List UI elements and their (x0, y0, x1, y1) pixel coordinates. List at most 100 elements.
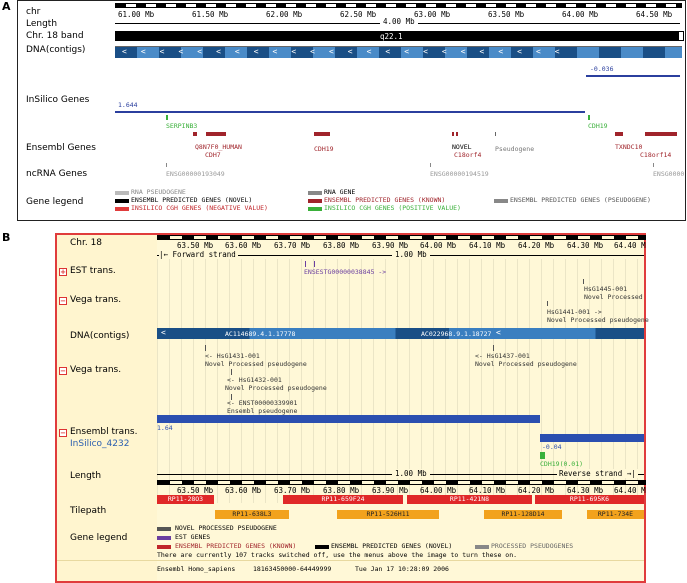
tick-label: 64.00 Mb (562, 10, 599, 19)
vega-transcript[interactable] (547, 301, 548, 306)
ensembl-gene[interactable] (645, 132, 677, 136)
expand-icon[interactable]: + (59, 268, 67, 276)
dna-contigs-label: DNA(contigs) (70, 331, 130, 341)
insilico-positive-bar[interactable] (157, 415, 540, 423)
tick-label: 62.00 Mb (266, 10, 303, 19)
ensembl-gene-label: NOVEL (452, 143, 472, 151)
tick-label: 64.30 Mb (567, 486, 604, 495)
ncrna-label: ENSG00000193049 (166, 170, 225, 178)
ensembl-gene[interactable] (456, 132, 458, 136)
gene-legend-label: Gene legend (70, 533, 128, 543)
tilepath-clone[interactable]: RP11-695K6 (535, 495, 644, 504)
tick-label: 63.50 Mb (177, 241, 214, 250)
cdh19-mark[interactable] (540, 452, 545, 459)
insilico-left-value: 1.644 (118, 101, 138, 109)
vega-desc: Novel Processed pseudogene (205, 360, 307, 368)
legend-text: ENSEMBL PREDICTED GENES (KNOWN) (175, 542, 297, 550)
label-column (57, 235, 157, 581)
ensembl-genes-label: Ensembl Genes (26, 143, 96, 153)
reverse-strand-text: Reverse strand (559, 469, 623, 478)
ncrna-gene[interactable] (166, 163, 167, 167)
ncrna-label: ENSG00000194519 (430, 170, 489, 178)
tilepath-label: Tilepath (70, 506, 107, 516)
tilepath-clone[interactable]: RP11-526H11 (337, 510, 439, 519)
band-end (678, 31, 684, 41)
legend-swatch (115, 199, 129, 203)
tick-label: 62.50 Mb (340, 10, 377, 19)
insilico-negative-bar[interactable] (540, 434, 644, 442)
chr-label: chr (26, 7, 41, 17)
collapse-icon[interactable]: − (59, 297, 67, 305)
ncrna-gene[interactable] (430, 163, 431, 167)
tick-label: 64.40 M (614, 486, 646, 495)
length-label: Length (26, 19, 58, 29)
legend-swatch (494, 199, 508, 203)
tick-label: 63.70 Mb (274, 486, 311, 495)
panel-b-region-view: Chr. 18 + EST trans. − Vega trans. DNA(c… (55, 233, 649, 583)
legend-swatch (157, 545, 171, 549)
legend-text: ENSEMBL PREDICTED GENES (NOVEL) (331, 542, 453, 550)
ensembl-gene[interactable] (615, 132, 623, 136)
contig-label: AC022968.9.1.18727 (421, 330, 492, 338)
forward-strand-text: Forward strand (172, 250, 236, 259)
gene-legend-label: Gene legend (26, 197, 84, 207)
vega-name: <- HsG1432-001 (227, 376, 282, 384)
vega-transcript[interactable] (231, 369, 232, 375)
tick-label: 61.50 Mb (192, 10, 229, 19)
chromosome-ruler (115, 3, 682, 8)
ncrna-label: ENSG0000 (653, 170, 685, 178)
insilico-label[interactable]: InSilico_4232 (70, 439, 129, 449)
scale-label-bottom: 1.00 Mb (392, 469, 430, 478)
insilico-positive-bar[interactable] (115, 111, 585, 113)
tick-label: 61.00 Mb (118, 10, 155, 19)
vega-transcript[interactable] (493, 345, 494, 351)
vega-transcript[interactable] (583, 279, 584, 284)
ensembl-trans-desc: Ensembl pseudogene (227, 407, 298, 415)
vega-name: <- HsG1437-001 (475, 352, 530, 360)
footer-range: 18163450000-64449999 (253, 565, 332, 573)
reverse-strand-label: Reverse strand →| (557, 469, 638, 478)
tilepath-clone[interactable]: RP11-128D14 (484, 510, 562, 519)
vega-desc: Novel Processed pseudogene (547, 316, 649, 324)
green-gene-label: SERPINB3 (166, 122, 198, 130)
tilepath-clone[interactable]: RP11-421N8 (407, 495, 532, 504)
ensembl-pseudogene[interactable] (495, 132, 496, 136)
ensembl-gene-label: C18orf14 (640, 151, 672, 159)
tick-label: 63.50 Mb (177, 486, 214, 495)
vega-name: <- HsG1431-001 (205, 352, 260, 360)
tick-label: 64.30 Mb (567, 241, 604, 250)
ensembl-gene-label: C18orf4 (454, 151, 482, 159)
green-gene-mark[interactable] (588, 115, 590, 120)
ncrna-gene[interactable] (653, 163, 654, 167)
ensembl-gene-label: CDH7 (205, 151, 221, 159)
insilico-negative-bar[interactable] (586, 75, 680, 77)
tick-label: 64.40 M (614, 241, 646, 250)
legend-swatch (475, 545, 489, 549)
ensembl-gene[interactable] (314, 132, 330, 136)
tick-label: 64.50 Mb (636, 10, 673, 19)
est-feature[interactable] (305, 261, 315, 267)
tick-label: 63.60 Mb (225, 241, 262, 250)
vega-name: HsG1441-001 -> (547, 308, 602, 316)
ensembl-gene[interactable] (193, 132, 197, 136)
green-gene-label: CDH19 (588, 122, 608, 130)
tilepath-clone[interactable]: RP11-28O3 (157, 495, 214, 504)
ensembl-gene[interactable] (206, 132, 226, 136)
legend-text: ENSEMBL PREDICTED GENES (PSEUDOGENE) (510, 196, 651, 204)
tick-label: 64.00 Mb (420, 486, 457, 495)
band-label: Chr. 18 band (26, 31, 84, 41)
ensembl-trans-name: <- ENST00000339901 (227, 399, 298, 407)
ensembl-gene[interactable] (452, 132, 454, 136)
collapse-icon[interactable]: − (59, 367, 67, 375)
green-gene-mark[interactable] (166, 115, 168, 120)
est-gene-label: ENSESTG00000038845 -> (304, 268, 387, 276)
collapse-icon[interactable]: − (59, 429, 67, 437)
legend-swatch (315, 545, 329, 549)
tilepath-clone[interactable]: RP11-638L3 (215, 510, 289, 519)
vega-transcript[interactable] (205, 345, 206, 351)
tilepath-clone[interactable]: RP11-734E (587, 510, 644, 519)
footer-species: Ensembl Homo_sapiens (157, 565, 236, 573)
contig-top-line (115, 46, 682, 47)
insilico-genes-label: InSilico Genes (26, 95, 90, 105)
tilepath-clone[interactable]: RP11-659F24 (283, 495, 403, 504)
